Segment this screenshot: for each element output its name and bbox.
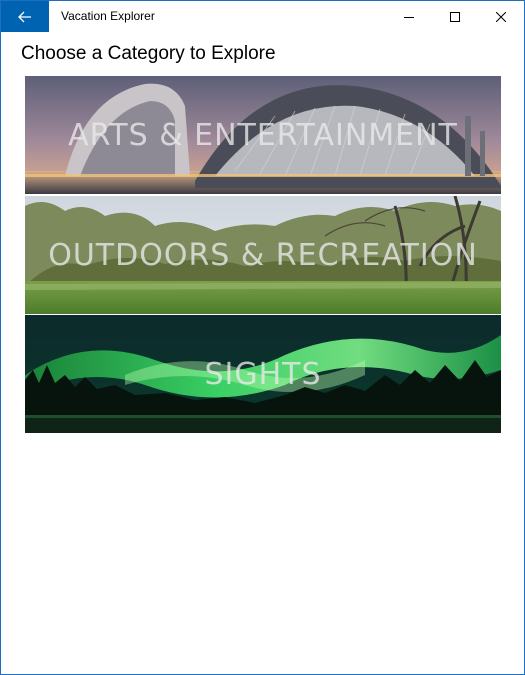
- category-label-outdoors: OUTDOORS & RECREATION: [48, 237, 478, 273]
- close-icon: [496, 11, 506, 22]
- maximize-button[interactable]: [432, 1, 478, 32]
- category-tile-arts-entertainment[interactable]: ARTS & ENTERTAINMENT: [25, 76, 501, 194]
- minimize-icon: [404, 16, 414, 18]
- category-label-arts: ARTS & ENTERTAINMENT: [68, 117, 458, 153]
- title-bar: Vacation Explorer: [1, 1, 524, 32]
- arrow-left-icon: [18, 11, 31, 22]
- app-title: Vacation Explorer: [61, 9, 155, 23]
- category-tile-sights[interactable]: SIGHTS: [25, 315, 501, 433]
- category-tile-outdoors-recreation[interactable]: OUTDOORS & RECREATION: [25, 196, 501, 314]
- page-heading: Choose a Category to Explore: [21, 43, 276, 64]
- app-window: Vacation Explorer Choose a Category to E…: [0, 0, 525, 675]
- maximize-icon: [450, 11, 460, 22]
- category-label-sights: SIGHTS: [204, 356, 322, 392]
- close-button[interactable]: [478, 1, 524, 32]
- minimize-button[interactable]: [386, 1, 432, 32]
- back-button[interactable]: [1, 1, 49, 32]
